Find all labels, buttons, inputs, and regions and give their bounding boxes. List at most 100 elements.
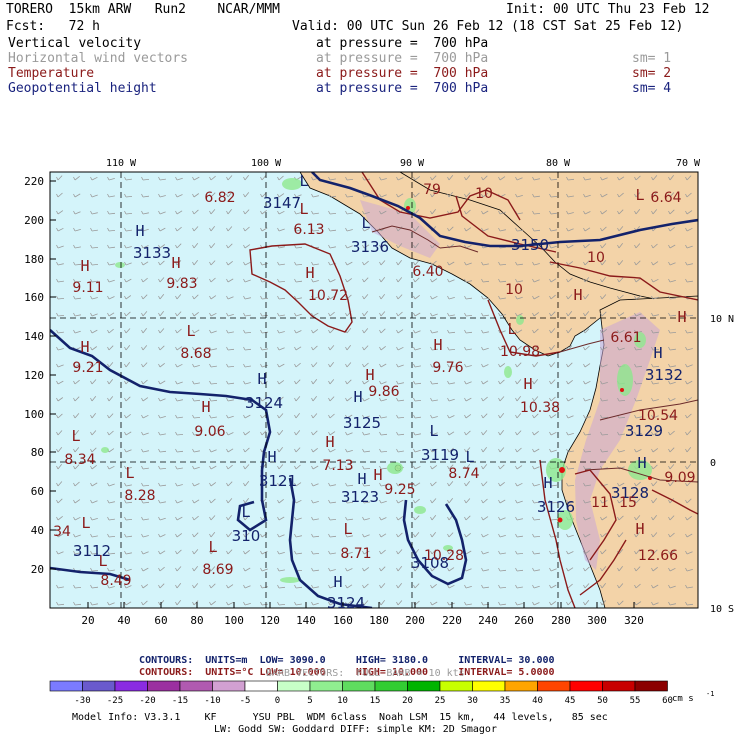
colorbar-swatch bbox=[114, 680, 148, 692]
temperature-contour-label: 9.09 bbox=[664, 470, 695, 486]
colorbar-label: 30 bbox=[467, 696, 478, 706]
colorbar-label: -15 bbox=[172, 696, 188, 706]
colorbar-swatch bbox=[472, 680, 506, 692]
x-tick-label: 40 bbox=[117, 614, 130, 627]
low-pressure-marker: L bbox=[71, 427, 80, 445]
colorbar-swatch bbox=[374, 680, 408, 692]
high-pressure-marker: H bbox=[80, 257, 89, 275]
x-tick-label: 80 bbox=[190, 614, 203, 627]
y-tick-label: 220 bbox=[24, 175, 44, 188]
colorbar-label: 35 bbox=[500, 696, 511, 706]
colorbar-swatch bbox=[212, 680, 246, 692]
high-pressure-marker: H bbox=[171, 254, 180, 272]
temperature-contour-label: 6.13 bbox=[293, 222, 324, 238]
high-pressure-marker: H bbox=[523, 375, 532, 393]
y-tick-label: 120 bbox=[24, 369, 44, 382]
high-pressure-marker: H bbox=[357, 470, 366, 488]
high-pressure-marker: H bbox=[325, 433, 334, 451]
longitude-labels: 110 W 100 W 90 W 80 W 70 W bbox=[106, 158, 701, 169]
colorbar-label: 25 bbox=[435, 696, 446, 706]
temperature-contour-label: 9.11 bbox=[72, 280, 103, 296]
y-tick-label: 60 bbox=[31, 485, 44, 498]
temperature-contour-label: 6.64 bbox=[650, 190, 681, 206]
x-tick-label: 120 bbox=[260, 614, 280, 627]
x-tick-label: 260 bbox=[514, 614, 534, 627]
high-pressure-marker: H bbox=[305, 264, 314, 282]
colorbar-swatch bbox=[82, 680, 116, 692]
colorbar-label: -5 bbox=[240, 696, 251, 706]
x-tick-label: 200 bbox=[405, 614, 425, 627]
low-pressure-marker: L bbox=[299, 172, 308, 190]
latitude-label: 10 S bbox=[710, 604, 734, 615]
colorbar-swatch bbox=[439, 680, 473, 692]
vertical-velocity-colorbar: -30 -25 -20 -15 -10 -5 0 5 10 15 20 25 30 35 40 45 50 55 6… bbox=[49, 680, 714, 706]
high-pressure-marker: H bbox=[635, 520, 644, 538]
colorbar-label: -10 bbox=[204, 696, 220, 706]
latitude-labels: 10 N 0 10 S bbox=[710, 314, 734, 615]
temperature-contour-label: 8.49 bbox=[100, 573, 131, 589]
high-pressure-marker: H bbox=[80, 338, 89, 356]
x-tick-label: 180 bbox=[369, 614, 389, 627]
summary-barb-vectors: BARB VECTORS: FULL BARB = 10 kts bbox=[266, 668, 465, 679]
high-pressure-marker: H bbox=[365, 366, 374, 384]
colorbar-swatch bbox=[602, 680, 636, 692]
x-tick-label: 240 bbox=[478, 614, 498, 627]
y-tick-label: 40 bbox=[31, 524, 44, 537]
colorbar-swatch bbox=[179, 680, 213, 692]
summary-temp-interval: 5.0000 bbox=[518, 667, 555, 678]
colorbar-label: -30 bbox=[74, 696, 90, 706]
temperature-contour-label: 8.28 bbox=[124, 488, 155, 504]
y-tick-label: 180 bbox=[24, 253, 44, 266]
summary-temp-label: CONTOURS: UNITS=°C LOW= bbox=[139, 667, 284, 678]
low-pressure-marker: L bbox=[429, 422, 438, 440]
low-pressure-marker: L bbox=[186, 322, 195, 340]
temperature-contour-label: 10 bbox=[505, 282, 523, 298]
high-pressure-marker: H bbox=[637, 454, 646, 472]
height-contour-label: 3124 bbox=[327, 594, 365, 612]
low-pressure-marker: L bbox=[635, 186, 644, 204]
weather-map: 22020018016014012010080604020 20 40 60 80 10… bbox=[24, 158, 734, 627]
height-contour-label: 3147 bbox=[263, 194, 301, 212]
y-tick-label: 140 bbox=[24, 330, 44, 343]
low-pressure-marker: L bbox=[343, 520, 352, 538]
height-contour-label: 3112 bbox=[73, 542, 111, 560]
colorbar-swatch bbox=[309, 680, 343, 692]
height-contour-label: 3123 bbox=[341, 488, 379, 506]
high-pressure-marker: H bbox=[373, 466, 382, 484]
colorbar-swatch bbox=[49, 680, 83, 692]
longitude-label: 110 W bbox=[106, 158, 137, 169]
y-tick-label: 80 bbox=[31, 446, 44, 459]
x-tick-label: 280 bbox=[551, 614, 571, 627]
high-pressure-marker: H bbox=[433, 336, 442, 354]
low-pressure-marker: L bbox=[125, 464, 134, 482]
y-tick-label: 200 bbox=[24, 214, 44, 227]
temperature-contour-label: 9.21 bbox=[72, 360, 103, 376]
colorbar-swatch bbox=[569, 680, 603, 692]
temperature-contour-label: 34 bbox=[53, 524, 71, 540]
temperature-contour-label: 10.54 bbox=[638, 408, 678, 424]
colorbar-label: 50 bbox=[597, 696, 608, 706]
x-tick-label: 160 bbox=[333, 614, 353, 627]
temperature-contour-label: 10 bbox=[587, 250, 605, 266]
high-pressure-marker: H bbox=[543, 474, 552, 492]
high-pressure-marker: H bbox=[267, 448, 276, 466]
x-tick-label: 300 bbox=[587, 614, 607, 627]
height-contour-label: 3133 bbox=[133, 244, 171, 262]
x-tick-label: 60 bbox=[154, 614, 167, 627]
colorbar-label: 10 bbox=[337, 696, 348, 706]
colorbar-label: 40 bbox=[532, 696, 543, 706]
y-tick-label: 100 bbox=[24, 408, 44, 421]
low-pressure-marker: L bbox=[361, 214, 370, 232]
latitude-label: 10 N bbox=[710, 314, 734, 325]
colorbar-swatch bbox=[407, 680, 441, 692]
colorbar-swatch bbox=[244, 680, 278, 692]
high-pressure-marker: H bbox=[257, 370, 266, 388]
colorbar-label: 15 bbox=[370, 696, 381, 706]
temperature-contour-label: 8.69 bbox=[202, 562, 233, 578]
temperature-contour-label: 6.40 bbox=[412, 264, 443, 280]
colorbar-label: -20 bbox=[139, 696, 155, 706]
colorbar-swatch bbox=[277, 680, 311, 692]
temperature-contour-label: 10.98 bbox=[500, 344, 540, 360]
temperature-contour-label: 8.71 bbox=[340, 546, 371, 562]
high-pressure-marker: H bbox=[573, 286, 582, 304]
